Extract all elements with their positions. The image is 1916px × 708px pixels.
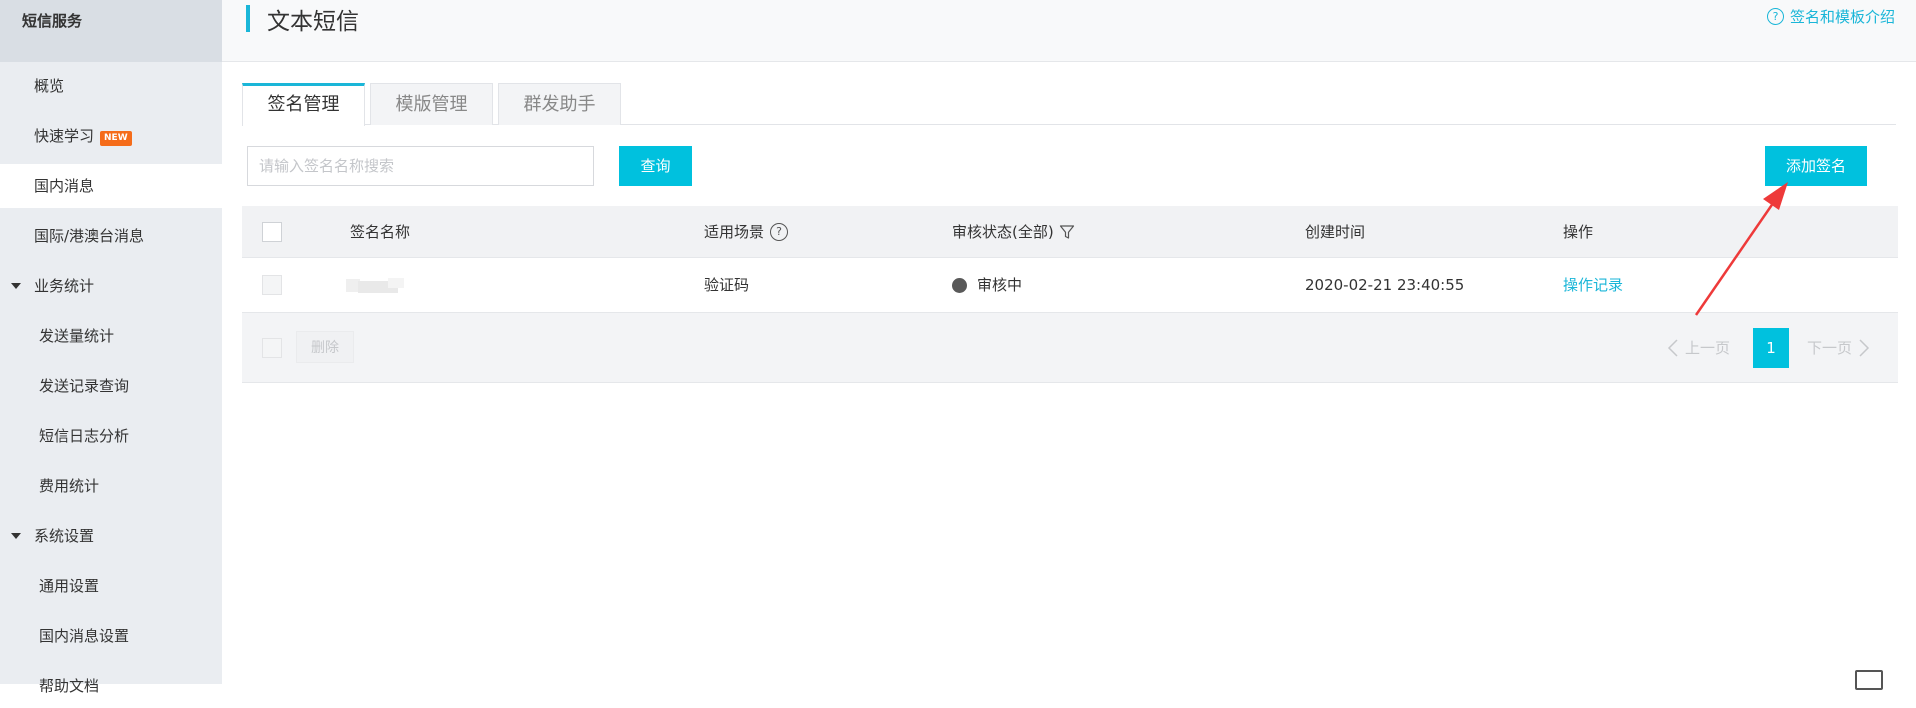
prev-page-label: 上一页: [1685, 339, 1731, 357]
sidebar-title: 短信服务: [0, 0, 222, 62]
sidebar-item-label: 国内消息: [34, 177, 95, 195]
question-circle-icon: ?: [1766, 8, 1784, 25]
sidebar-item-label: 发送记录查询: [39, 377, 130, 395]
sidebar-item-cost-stats[interactable]: 费用统计: [0, 464, 222, 508]
caret-down-icon: [11, 283, 21, 289]
column-header-actions: 操作: [1563, 206, 1593, 258]
sidebar-item-send-volume-stats[interactable]: 发送量统计: [0, 314, 222, 358]
sidebar-item-label: 帮助文档: [39, 677, 100, 695]
help-link[interactable]: ? 签名和模板介绍: [1766, 6, 1895, 27]
add-signature-button[interactable]: 添加签名: [1765, 146, 1867, 186]
operation-log-link[interactable]: 操作记录: [1563, 258, 1623, 313]
tab-label: 模版管理: [395, 94, 468, 115]
page-number-current[interactable]: 1: [1753, 328, 1789, 368]
search-button[interactable]: 查询: [619, 146, 692, 186]
row-checkbox[interactable]: [262, 275, 282, 295]
sidebar-item-quick-learn[interactable]: 快速学习 NEW: [0, 114, 222, 158]
chevron-left-icon: [1667, 339, 1678, 357]
feedback-widget-icon[interactable]: [1855, 670, 1883, 690]
sidebar-item-label: 费用统计: [39, 477, 100, 495]
sidebar-group-system-settings[interactable]: 系统设置: [0, 514, 222, 558]
sidebar-item-label: 快速学习: [34, 127, 95, 145]
sidebar-item-general-settings[interactable]: 通用设置: [0, 564, 222, 608]
sidebar-item-label: 业务统计: [34, 277, 95, 295]
sidebar-item-domestic-settings[interactable]: 国内消息设置: [0, 614, 222, 658]
sidebar-item-label: 国内消息设置: [39, 627, 130, 645]
tab-bar: 签名管理 模版管理 群发助手: [242, 83, 1896, 126]
sidebar-item-domestic-messages[interactable]: 国内消息: [0, 164, 222, 208]
sidebar-item-international-messages[interactable]: 国际/港澳台消息: [0, 214, 222, 258]
status-dot-icon: [952, 278, 967, 293]
sidebar-item-help-docs[interactable]: 帮助文档: [0, 664, 222, 708]
sidebar-item-send-record-query[interactable]: 发送记录查询: [0, 364, 222, 408]
column-header-scene: 适用场景 ?: [704, 206, 789, 258]
sidebar-item-label: 国际/港澳台消息: [34, 227, 145, 245]
sidebar-item-label: 系统设置: [34, 527, 95, 545]
sidebar-item-sms-log-analysis[interactable]: 短信日志分析: [0, 414, 222, 458]
filter-icon[interactable]: [1059, 224, 1075, 240]
row-status: 审核中: [952, 258, 1022, 313]
tab-template-management[interactable]: 模版管理: [370, 83, 493, 125]
table-row: 验证码 审核中 2020-02-21 23:40:55 操作记录: [242, 258, 1898, 313]
column-label: 适用场景: [704, 223, 765, 241]
next-page-button[interactable]: 下一页: [1807, 313, 1870, 383]
tab-label: 签名管理: [267, 94, 340, 115]
column-header-review-status: 审核状态(全部): [952, 206, 1075, 258]
question-circle-icon[interactable]: ?: [770, 223, 789, 241]
new-badge: NEW: [100, 131, 132, 146]
help-link-label: 签名和模板介绍: [1789, 8, 1895, 26]
sidebar-item-label: 概览: [34, 77, 65, 95]
table-footer: 删除 上一页 1 下一页: [242, 313, 1898, 383]
delete-button[interactable]: 删除: [296, 331, 354, 363]
column-label: 签名名称: [350, 223, 411, 241]
sidebar: 短信服务 概览 快速学习 NEW 国内消息 国际/港澳台消息 业务统计 发送量统计…: [0, 0, 222, 695]
row-scene: 验证码: [704, 276, 750, 294]
column-label: 审核状态(全部): [952, 223, 1054, 241]
column-header-signature-name: 签名名称: [350, 206, 410, 258]
prev-page-button[interactable]: 上一页: [1667, 313, 1730, 383]
select-all-checkbox[interactable]: [262, 222, 282, 242]
signature-search-input[interactable]: [247, 146, 594, 186]
page-title: 文本短信: [267, 9, 359, 35]
column-label: 创建时间: [1305, 223, 1366, 241]
next-page-label: 下一页: [1807, 339, 1853, 357]
sidebar-item-overview[interactable]: 概览: [0, 64, 222, 108]
chevron-right-icon: [1859, 339, 1870, 357]
page-header: 文本短信 ? 签名和模板介绍: [222, 0, 1916, 62]
row-created-time: 2020-02-21 23:40:55: [1305, 276, 1465, 294]
status-label: 审核中: [977, 276, 1023, 294]
footer-select-all-checkbox[interactable]: [262, 338, 282, 358]
sidebar-item-label: 通用设置: [39, 577, 100, 595]
title-accent-bar: [246, 5, 250, 32]
tab-signature-management[interactable]: 签名管理: [242, 83, 365, 126]
sidebar-item-label: 发送量统计: [39, 327, 115, 345]
column-header-created-time: 创建时间: [1305, 206, 1365, 258]
tab-bulk-send-assistant[interactable]: 群发助手: [498, 83, 621, 125]
column-label: 操作: [1563, 223, 1594, 241]
signature-name-redacted: [346, 276, 408, 294]
sidebar-item-label: 短信日志分析: [39, 427, 130, 445]
sidebar-group-business-stats[interactable]: 业务统计: [0, 264, 222, 308]
caret-down-icon: [11, 533, 21, 539]
tab-label: 群发助手: [523, 94, 596, 115]
table-header: 签名名称 适用场景 ? 审核状态(全部) 创建时间 操作: [242, 206, 1898, 258]
